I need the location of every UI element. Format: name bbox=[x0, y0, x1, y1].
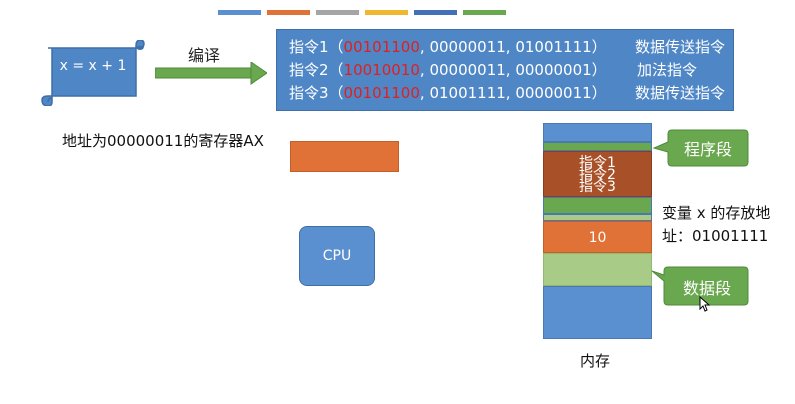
instruction-1-operands: , 00000011, 01001111） bbox=[419, 38, 607, 56]
instruction-2-operands: , 00000011, 00000001） bbox=[419, 61, 607, 79]
memory-cell-data bbox=[543, 253, 652, 286]
memory-cell-program-start bbox=[543, 142, 652, 151]
color-bar-navy bbox=[414, 10, 457, 15]
memory-cell-program-end bbox=[543, 197, 652, 214]
memory-value: 10 bbox=[588, 230, 607, 246]
memory-cell-instructions: 指令1 指令2 指令3 bbox=[543, 151, 652, 197]
mouse-cursor-icon bbox=[699, 296, 711, 312]
color-bar-orange bbox=[267, 10, 310, 15]
compile-arrow bbox=[155, 62, 267, 85]
instruction-line-3: 指令3（00101100, 01001111, 00000011） bbox=[289, 82, 607, 104]
memory-label: 内存 bbox=[580, 352, 611, 370]
color-bar-blue bbox=[218, 10, 261, 15]
register-ax bbox=[290, 141, 399, 172]
instruction-3-opcode: 00101100 bbox=[343, 84, 420, 102]
instruction-2-opcode: 10010010 bbox=[343, 61, 420, 79]
color-bar-yellow bbox=[365, 10, 408, 15]
program-segment-label: 程序段 bbox=[683, 140, 732, 159]
memory-instr-3: 指令3 bbox=[579, 179, 616, 195]
cpu-box: CPU bbox=[299, 226, 375, 286]
instruction-3-desc: 数据传送指令 bbox=[634, 84, 725, 102]
instruction-1-opcode: 00101100 bbox=[343, 38, 420, 56]
register-ax-label: 地址为00000011的寄存器AX bbox=[62, 132, 264, 150]
instruction-line-2: 指令2（10010010, 00000011, 00000001） bbox=[289, 59, 607, 81]
machine-instructions-box: 指令1（00101100, 00000011, 01001111） 数据传送指令… bbox=[276, 29, 734, 111]
source-expression: x = x + 1 bbox=[59, 58, 127, 74]
variable-address-line-2: 址：01001111 bbox=[662, 227, 769, 245]
instruction-3-operands: , 01001111, 00000011） bbox=[419, 84, 607, 102]
instruction-1-desc: 数据传送指令 bbox=[634, 38, 725, 56]
instruction-1-name: 指令1（ bbox=[289, 38, 344, 56]
instruction-3-name: 指令3（ bbox=[289, 84, 344, 102]
variable-address-line-1: 变量 x 的存放地 bbox=[662, 204, 771, 222]
instruction-line-1: 指令1（00101100, 00000011, 01001111） bbox=[289, 36, 607, 58]
instruction-2-name: 指令2（ bbox=[289, 61, 344, 79]
memory-cell-bottom bbox=[543, 286, 652, 339]
memory-cell-variable-x: 10 bbox=[543, 221, 652, 253]
color-bar-green bbox=[463, 10, 506, 15]
variable-address-label: 变量 x 的存放地 址：01001111 bbox=[662, 202, 770, 248]
memory-cell-data-gap bbox=[543, 214, 652, 221]
color-bar-gray bbox=[316, 10, 359, 15]
memory-cell-top bbox=[543, 123, 652, 142]
instruction-2-desc: 加法指令 bbox=[636, 61, 697, 79]
